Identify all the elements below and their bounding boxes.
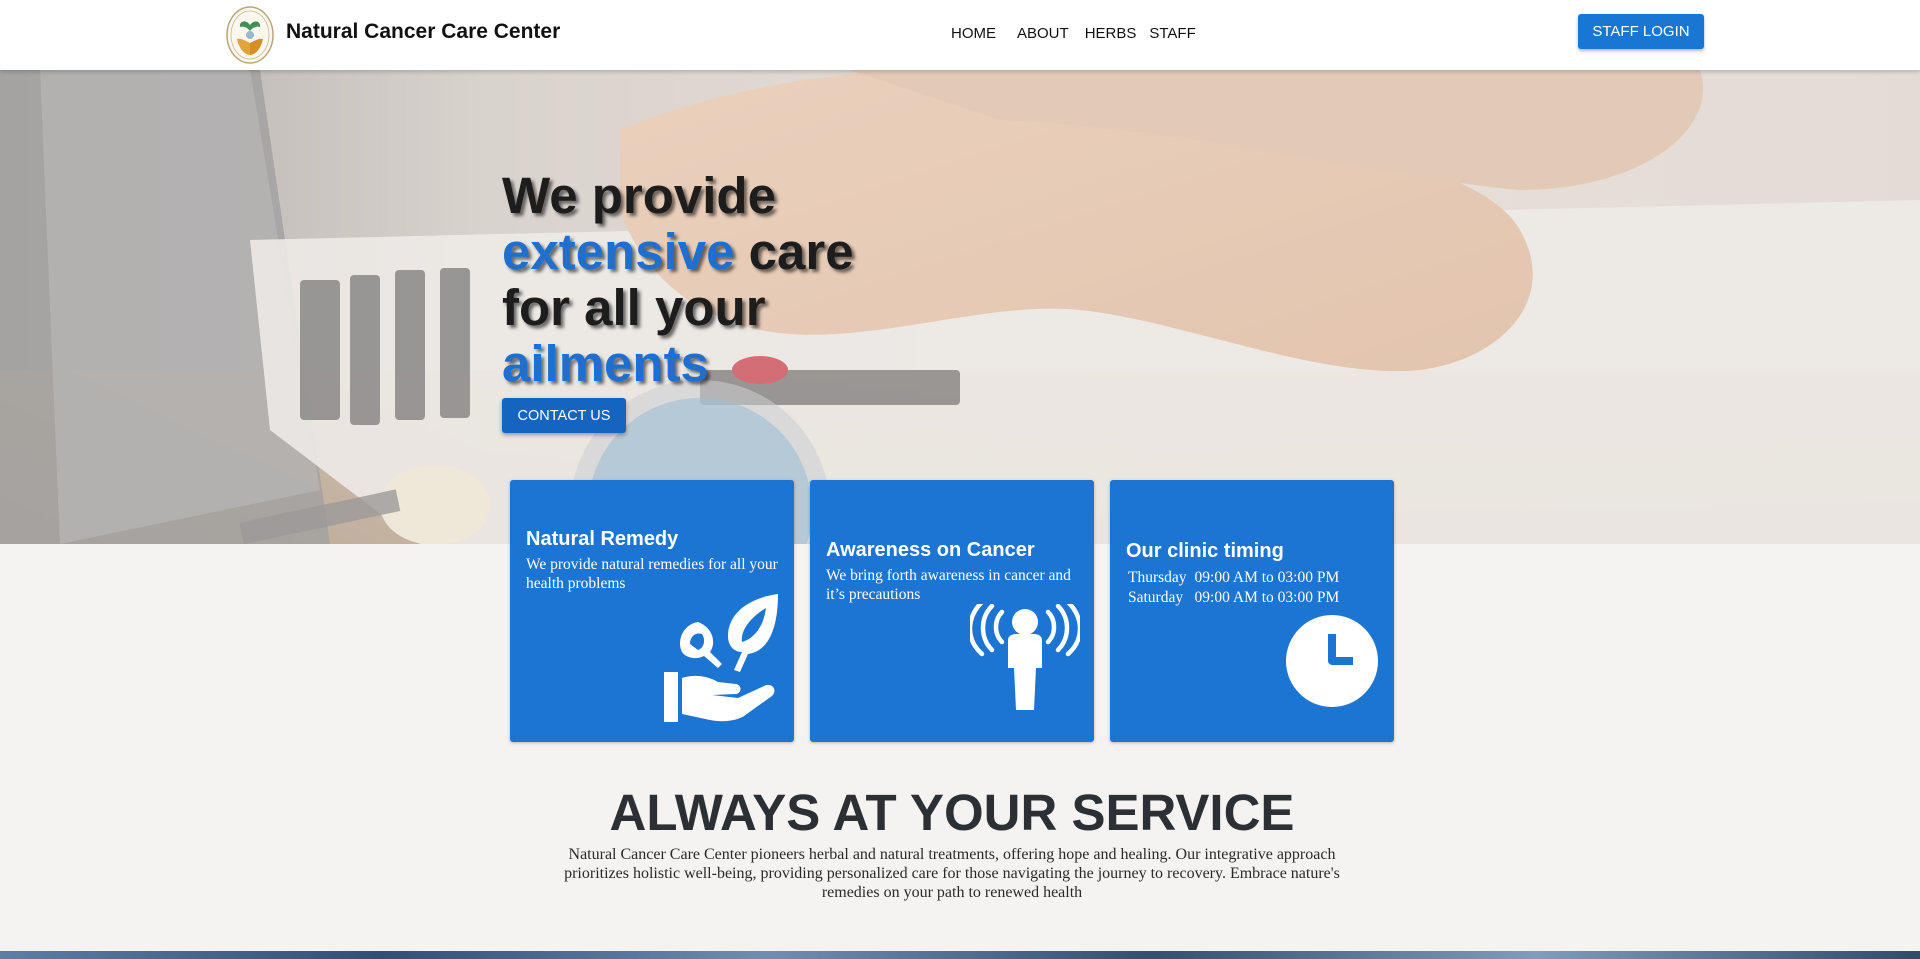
hero-overlay [0, 70, 1920, 544]
timing-hours: 09:00 AM to 03:00 PM [1194, 569, 1340, 586]
headline-highlight-ailments: ailments [502, 335, 709, 392]
nav-staff[interactable]: STAFF [1149, 25, 1195, 42]
hero-headline: We provide extensive care for all your a… [502, 168, 854, 392]
service-title: ALWAYS AT YOUR SERVICE [609, 784, 1295, 841]
site-title[interactable]: Natural Cancer Care Center [286, 20, 560, 44]
staff-login-button[interactable]: STAFF LOGIN [1578, 14, 1704, 49]
logo-icon[interactable] [225, 5, 275, 65]
footer-image-strip [0, 951, 1920, 959]
timing-hours: 09:00 AM to 03:00 PM [1194, 589, 1340, 606]
card-title: Our clinic timing [1126, 540, 1284, 562]
headline-line1: We provide [502, 167, 776, 224]
nav-home[interactable]: HOME [951, 25, 996, 42]
card-clinic-timing[interactable]: Our clinic timing Thursday 09:00 AM to 0… [1110, 480, 1394, 742]
person-broadcast-icon [970, 604, 1080, 710]
hand-plant-icon [664, 594, 778, 722]
headline-highlight-extensive: extensive [502, 223, 735, 280]
clock-icon [1286, 615, 1378, 707]
nav-herbs[interactable]: HERBS [1085, 25, 1137, 42]
card-text: We bring forth awareness in cancer and i… [826, 567, 1071, 603]
hero-section: We provide extensive care for all your a… [0, 70, 1920, 544]
main-nav: HOME ABOUT HERBS STAFF [951, 25, 1196, 42]
card-title: Natural Remedy [526, 528, 679, 550]
table-row: Saturday 09:00 AM to 03:00 PM [1128, 588, 1347, 608]
nav-about[interactable]: ABOUT [1017, 25, 1069, 42]
service-description: Natural Cancer Care Center pioneers herb… [564, 846, 1340, 901]
timing-day: Saturday [1128, 589, 1184, 606]
timing-day: Thursday [1128, 569, 1187, 586]
card-natural-remedy[interactable]: Natural Remedy We provide natural remedi… [510, 480, 794, 742]
timing-table: Thursday 09:00 AM to 03:00 PM Saturday 0… [1128, 568, 1347, 608]
table-row: Thursday 09:00 AM to 03:00 PM [1128, 568, 1347, 588]
site-header: Natural Cancer Care Center HOME ABOUT HE… [0, 0, 1920, 70]
card-text: We provide natural remedies for all your… [526, 556, 778, 592]
card-awareness-on-cancer[interactable]: Awareness on Cancer We bring forth aware… [810, 480, 1094, 742]
headline-line2-rest: care [734, 223, 854, 280]
card-title: Awareness on Cancer [826, 539, 1035, 561]
contact-us-button[interactable]: CONTACT US [502, 398, 626, 433]
headline-line3: for all your [502, 279, 766, 336]
